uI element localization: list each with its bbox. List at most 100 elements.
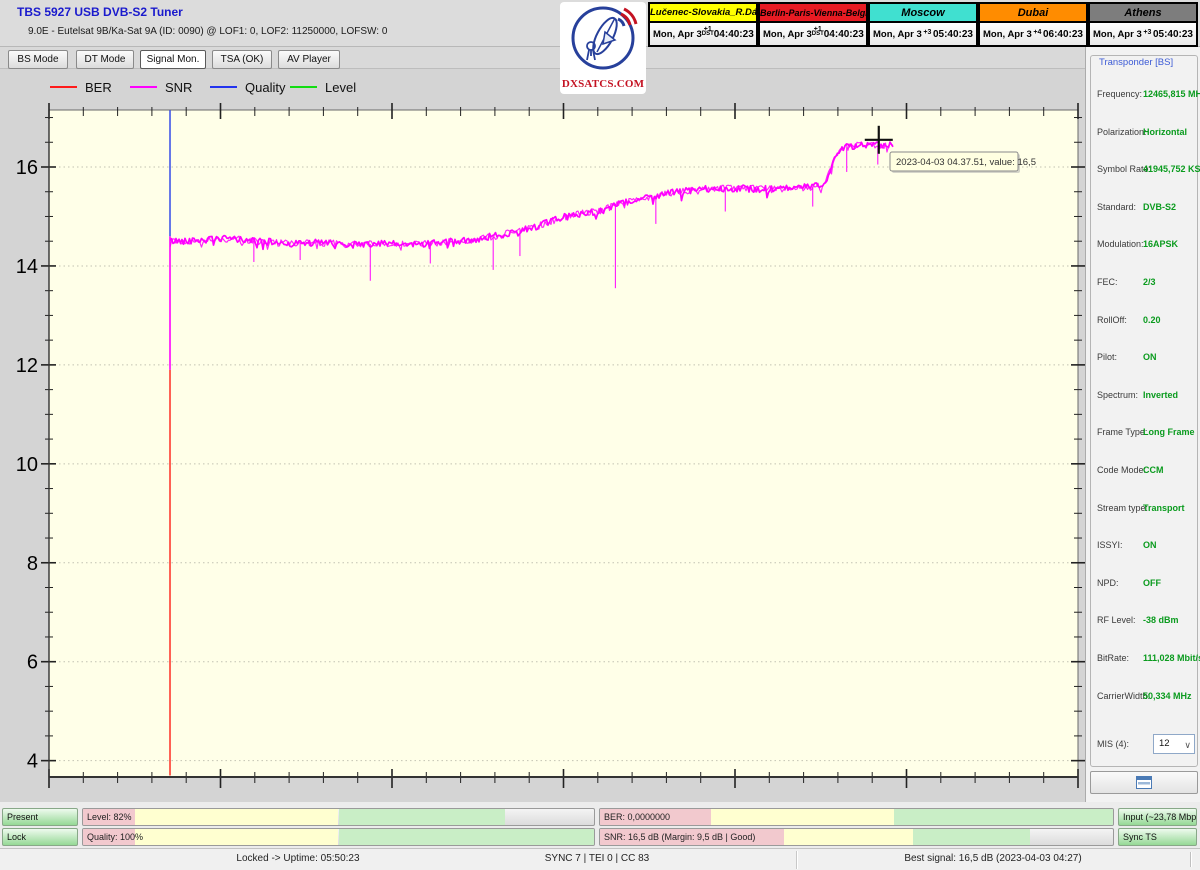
bar-snr-label: SNR: 16,5 dB (Margin: 9,5 dB | Good): [604, 832, 756, 842]
monitor-rows: Present Level: 82% BER: 0,0000000 Input (~2…: [0, 802, 1200, 848]
tp-field-modulation-: Modulation: 16APSK: [1091, 239, 1199, 253]
svg-text:12: 12: [16, 355, 38, 377]
clock-3: Moscow Mon, Apr 3 +3 05:40:23: [868, 2, 978, 47]
clock-city: Lučenec-Slovakia_R.Dávid: [650, 4, 756, 23]
clock-city: Berlin-Paris-Vienna-Belgrade: [760, 4, 866, 23]
tab-tsa-ok-[interactable]: TSA (OK): [212, 50, 272, 69]
tp-field-value: -38 dBm: [1143, 615, 1179, 626]
transponder-groupbox-title: Transponder [BS]: [1096, 57, 1177, 68]
logo-text: DXSATCS.COM: [561, 78, 645, 90]
bar-segment: [338, 809, 505, 825]
chart-panel: BER SNR Quality Level 16 14 12 10 8 6 4 2023-04-03…: [0, 69, 1085, 802]
tp-field-symbol-rate-: Symbol Rate:41945,752 KS/s: [1091, 164, 1200, 178]
bar-segment: [134, 829, 339, 845]
clock-city: Moscow: [870, 4, 976, 23]
bar-ber-label: BER: 0,0000000: [604, 812, 671, 822]
tp-field-issyi-: ISSYI: ON: [1091, 540, 1199, 554]
tp-field-frequency-: Frequency:12465,815 MHz: [1091, 89, 1200, 103]
svg-text:16: 16: [16, 157, 38, 179]
statusbar-best-signal: Best signal: 16,5 dB (2023-04-03 04:27): [904, 853, 1082, 864]
mis-dropdown[interactable]: 12 ∨: [1153, 734, 1195, 754]
bar-quality: Quality: 100%: [82, 828, 595, 846]
clock-date: Mon, Apr 3: [1093, 28, 1142, 40]
clock-time: 04:40:23: [713, 28, 754, 40]
status-box-present: Present: [2, 808, 78, 826]
tp-field-fec-: FEC: 2/3: [1091, 277, 1199, 291]
tp-field-label: NPD:: [1097, 577, 1119, 588]
tp-field-value: 50,334 MHz: [1143, 690, 1192, 701]
tp-field-polarization-: Polarization: Horizontal: [1091, 127, 1199, 141]
tp-field-label: RF Level:: [1097, 615, 1136, 626]
tp-field-label: Frequency:: [1097, 89, 1143, 99]
satellite-dish-icon: [571, 6, 638, 70]
svg-text:2023-04-03 04.37.51, value: 16: 2023-04-03 04.37.51, value: 16,5: [896, 157, 1036, 168]
statusbar: Locked -> Uptime: 05:50:23 SYNC 7 | TEI …: [0, 848, 1200, 870]
clock-utc-offset: +1 DST: [811, 26, 824, 37]
bar-level-label: Level: 82%: [87, 812, 132, 822]
tp-field-label: ISSYI:: [1097, 540, 1123, 551]
tp-field-value: DVB-S2: [1143, 201, 1177, 212]
clock-4: Dubai Mon, Apr 3 +4 06:40:23: [978, 2, 1088, 47]
tp-field-value: 16APSK: [1143, 239, 1179, 250]
tuner-subtitle: 9.0E - Eutelsat 9B/Ka-Sat 9A (ID: 0090) …: [28, 26, 388, 37]
statusbar-sync: SYNC 7 | TEI 0 | CC 83: [544, 853, 650, 864]
app-window: TBS 5927 USB DVB-S2 Tuner 9.0E - Eutelsa…: [0, 0, 1200, 870]
tp-field-label: Stream type:: [1097, 502, 1149, 513]
tp-field-spectrum-: Spectrum: Inverted: [1091, 390, 1199, 404]
tp-field-label: RollOff:: [1097, 314, 1127, 325]
tp-field-bitrate-: BitRate: 111,028 Mbit/s: [1091, 653, 1200, 667]
dxsatcs-logo: DXSATCS.COM: [560, 2, 646, 94]
status-box-lock: Lock: [2, 828, 78, 846]
tp-field-frame-type-: Frame Type: Long Frame: [1091, 427, 1199, 441]
bar-segment: [912, 829, 1031, 845]
clock-utc-offset: +1 DST: [701, 26, 714, 37]
tp-field-value: 111,028 Mbit/s: [1143, 653, 1200, 663]
clock-time: 06:40:23: [1042, 28, 1083, 40]
clock-city: Dubai: [980, 4, 1086, 23]
tp-field-label: FEC:: [1097, 277, 1118, 287]
tp-field-label: Spectrum:: [1097, 389, 1139, 400]
svg-text:14: 14: [16, 256, 38, 278]
tp-field-npd-: NPD: OFF: [1091, 578, 1199, 592]
tp-field-label: Code Mode:: [1097, 465, 1147, 475]
resize-grip[interactable]: [1190, 852, 1192, 867]
transponder-panel: Transponder [BS] Frequency:12465,815 MHz…: [1085, 47, 1200, 802]
tp-field-pilot-: Pilot: ON: [1091, 352, 1199, 366]
bar-level: Level: 82%: [82, 808, 595, 826]
tab-signal-mon-[interactable]: Signal Mon.: [140, 50, 206, 69]
tp-field-rolloff-: RollOff: 0.20: [1091, 315, 1199, 329]
signal-chart[interactable]: 16 14 12 10 8 6 4 2023-04-03 04.37.51, value: 1…: [0, 69, 1085, 802]
clock-utc-offset: +3: [1143, 28, 1152, 36]
bar-segment: [784, 829, 913, 845]
svg-text:6: 6: [27, 652, 38, 674]
bar-snr: SNR: 16,5 dB (Margin: 9,5 dB | Good): [599, 828, 1114, 846]
clock-city: Athens: [1090, 4, 1196, 23]
tp-field-value: CCM: [1143, 465, 1164, 475]
bar-segment: [893, 809, 1113, 825]
bar-segment: [711, 809, 894, 825]
window-title: TBS 5927 USB DVB-S2 Tuner: [17, 5, 183, 19]
clock-utc-offset: +4: [1033, 28, 1042, 36]
tab-bs-mode[interactable]: BS Mode: [8, 50, 68, 69]
svg-text:8: 8: [27, 553, 38, 575]
clock-5: Athens Mon, Apr 3 +3 05:40:23: [1088, 2, 1198, 47]
transponder-list-button[interactable]: [1090, 771, 1198, 794]
tp-field-value: 41945,752 KS/s: [1143, 164, 1200, 175]
clock-date: Mon, Apr 3: [763, 28, 812, 40]
tp-field-value: 0.20: [1143, 314, 1161, 325]
tp-field-label: Frame Type:: [1097, 427, 1148, 438]
tp-field-label: Modulation:: [1097, 239, 1144, 250]
tab-av-player[interactable]: AV Player: [278, 50, 340, 69]
tp-field-value: ON: [1143, 352, 1157, 363]
tab-dt-mode[interactable]: DT Mode: [76, 50, 134, 69]
tp-field-code-mode-: Code Mode: CCM: [1091, 465, 1199, 479]
tp-field-label: Polarization:: [1097, 126, 1147, 137]
tp-field-value: 12465,815 MHz: [1143, 89, 1200, 99]
tp-field-value: Transport: [1143, 502, 1185, 513]
mis-selected-value: 12: [1159, 738, 1170, 749]
clock-date: Mon, Apr 3: [653, 28, 702, 40]
clock-utc-offset: +3: [923, 28, 932, 36]
tp-field-value: Inverted: [1143, 389, 1179, 400]
tp-field-value: Long Frame: [1143, 427, 1195, 438]
status-box-input-23-78-mbps-: Input (~23,78 Mbps): [1118, 808, 1197, 826]
